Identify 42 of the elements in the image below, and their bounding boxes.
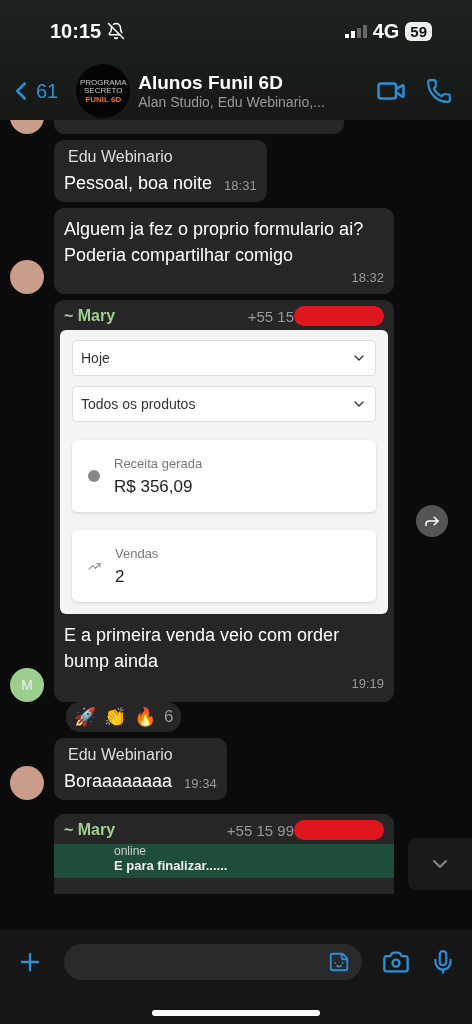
- avatar-caption: PROGRAMA SECRETO: [78, 78, 128, 95]
- stat-label: Receita gerada: [114, 455, 203, 471]
- coin-icon: [88, 470, 100, 482]
- avatar-title: FUNIL 6D: [85, 94, 122, 104]
- message-text: E a primeira venda veio com order bump ainda: [64, 624, 341, 673]
- status-time: 10:15: [50, 19, 102, 43]
- signal-icon: [344, 24, 367, 38]
- sender-name: ~ Mary: [64, 821, 116, 839]
- network-label: 4G: [372, 19, 400, 43]
- avatar-initial: M: [10, 668, 44, 702]
- sender-name: Edu Webinario: [68, 746, 173, 764]
- message-time: 18:31: [224, 177, 257, 195]
- stat-value: 2: [115, 566, 126, 587]
- reaction-emoji: 🚀: [74, 706, 96, 728]
- stat-value: R$ 356,09: [114, 476, 194, 497]
- embedded-message-text: E para finalizar......: [114, 858, 228, 873]
- dropdown-value: Hoje: [81, 350, 110, 366]
- dropdown-value: Todos os produtos: [81, 396, 196, 412]
- message-text: Pessoal, boa noite: [64, 172, 213, 195]
- battery-indicator: 59: [405, 21, 432, 41]
- phone-number: +55 15 99: [226, 821, 294, 839]
- message-time: 19:34: [184, 775, 217, 793]
- bell-off-icon: [107, 22, 126, 40]
- message-time: 18:32: [351, 269, 384, 287]
- reactions-pill[interactable]: 🚀 👏 🔥 6: [66, 702, 182, 732]
- sender-name: Edu Webinario: [68, 148, 173, 166]
- sender-name: ~ Mary: [64, 307, 116, 325]
- chat-members: Alan Studio, Edu Webinario,...: [138, 94, 326, 110]
- chat-title: Alunos Funil 6D: [138, 72, 284, 94]
- online-status: online: [114, 844, 147, 858]
- reaction-emoji: 🔥: [134, 706, 156, 728]
- sticker-icon[interactable]: [328, 951, 350, 973]
- message-text: Alguem ja fez o proprio formulario ai? Poderia compartilhar comigo: [64, 218, 365, 267]
- reaction-count: 6: [164, 707, 174, 727]
- message-input[interactable]: [64, 944, 362, 980]
- message-text: Boraaaaaaaa: [64, 770, 173, 793]
- message-time: 19:19: [351, 675, 384, 693]
- stat-label: Vendas: [115, 545, 159, 561]
- phone-number: +55 15: [247, 307, 294, 325]
- forward-button[interactable]: [416, 505, 448, 537]
- reaction-emoji: 👏: [104, 706, 126, 728]
- back-button[interactable]: 61: [6, 76, 59, 106]
